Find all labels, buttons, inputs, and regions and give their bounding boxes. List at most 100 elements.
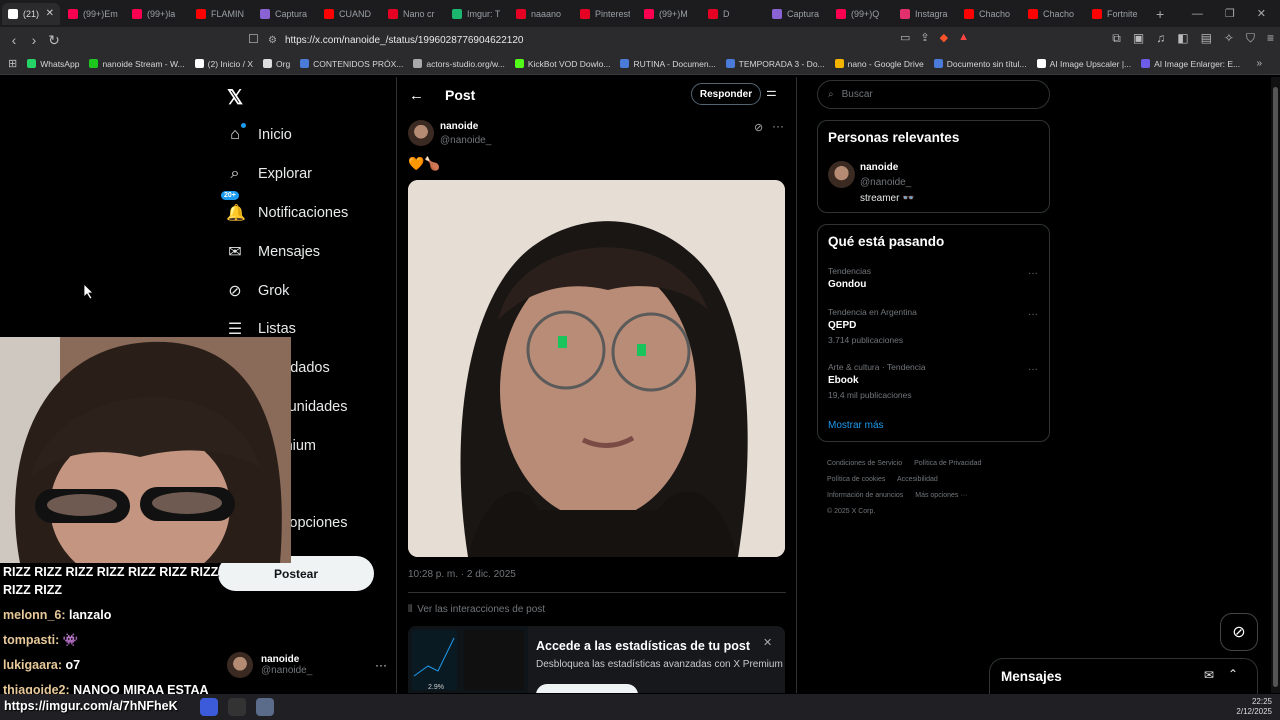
system-clock[interactable]: 22:25 2/12/2025: [1236, 697, 1272, 717]
rewards-icon[interactable]: ▲: [958, 31, 969, 44]
footer-link[interactable]: Política de Privacidad: [914, 460, 981, 467]
wallet2-icon[interactable]: ▤: [1201, 31, 1212, 46]
footer-link[interactable]: Condiciones de Servicio: [827, 460, 902, 467]
browser-tab[interactable]: Fortnite: [1086, 3, 1148, 25]
browser-tab[interactable]: Chacho: [958, 3, 1020, 25]
grok-floating-button[interactable]: ⊘: [1220, 613, 1258, 651]
extensions-icon[interactable]: ⧉: [1112, 31, 1121, 46]
more-icon[interactable]: ···: [1028, 268, 1038, 279]
logitech-icon[interactable]: [228, 698, 246, 716]
scrollbar-thumb[interactable]: [1273, 87, 1278, 687]
maximize-button[interactable]: ❐: [1225, 7, 1235, 20]
browser-tab[interactable]: (21) ✕: [2, 2, 60, 25]
back-arrow-icon[interactable]: ←: [409, 87, 424, 104]
avatar[interactable]: [828, 161, 855, 188]
minimize-button[interactable]: —: [1192, 8, 1203, 20]
reload-icon[interactable]: ↻: [44, 32, 64, 49]
avatar[interactable]: [408, 120, 434, 146]
nav-item[interactable]: ⌂ Inicio: [226, 116, 348, 155]
bookmark-item[interactable]: TEMPORADA 3 - Do...: [725, 59, 825, 69]
discord-icon[interactable]: [200, 698, 218, 716]
bookmark-item[interactable]: WhatsApp: [27, 59, 79, 69]
browser-tab[interactable]: (99+)M: [638, 3, 700, 25]
browser-tab[interactable]: FLAMIN: [190, 3, 252, 25]
bookmark-item[interactable]: CONTENIDOS PRÓX...: [300, 59, 403, 69]
vpn-icon[interactable]: ⛉: [1246, 31, 1255, 46]
back-icon[interactable]: ‹: [4, 32, 24, 48]
browser-tab[interactable]: Captura: [766, 3, 828, 25]
footer-link[interactable]: Accesibilidad: [897, 476, 938, 483]
more-bookmarks-icon[interactable]: »: [1256, 58, 1262, 69]
site-info-icon[interactable]: ⚙: [268, 35, 277, 46]
more-icon[interactable]: ···: [772, 119, 784, 133]
new-message-icon[interactable]: ✉: [1204, 668, 1214, 682]
more-icon[interactable]: ···: [1028, 309, 1038, 320]
author-name[interactable]: nanoide: [440, 121, 478, 132]
more-icon[interactable]: ···: [1028, 364, 1038, 375]
messages-drawer[interactable]: Mensajes ✉ ⌃: [989, 658, 1258, 694]
forward-icon[interactable]: ›: [24, 32, 44, 48]
bookmark-item[interactable]: (2) Inicio / X: [194, 59, 253, 69]
bookmark-item[interactable]: Org: [263, 59, 290, 69]
browser-tab[interactable]: Captura: [254, 3, 316, 25]
expand-icon[interactable]: ⌃: [1228, 667, 1238, 681]
apps-icon[interactable]: ⊞: [8, 57, 17, 70]
new-tab-button[interactable]: +: [1148, 6, 1172, 22]
browser-tab[interactable]: D: [702, 3, 764, 25]
browser-tab[interactable]: naaano: [510, 3, 572, 25]
nav-item[interactable]: ⊘ Grok: [226, 271, 348, 310]
browser-tab[interactable]: Imgur: T: [446, 3, 508, 25]
account-switcher[interactable]: nanoide @nanoide_ ···: [227, 648, 387, 682]
author-handle[interactable]: @nanoide_: [440, 135, 491, 146]
close-tab-icon[interactable]: ✕: [46, 8, 54, 19]
browser-tab[interactable]: Instagra: [894, 3, 956, 25]
nav-item[interactable]: ⌕ Explorar: [226, 155, 348, 194]
menu-icon[interactable]: ≡: [1267, 31, 1274, 46]
nav-item[interactable]: 🔔 20+ Notificaciones: [221, 190, 348, 233]
browser-tab[interactable]: Nano cr: [382, 3, 444, 25]
show-more-link[interactable]: Mostrar más: [828, 420, 884, 431]
bookmark-item[interactable]: nanoide Stream - W...: [89, 59, 185, 69]
bookmark-item[interactable]: Documento sin títul...: [933, 59, 1027, 69]
premium-cta-button[interactable]: [536, 684, 638, 693]
browser-tab[interactable]: (99+)la: [126, 3, 188, 25]
post-timestamp[interactable]: 10:28 p. m. · 2 dic. 2025: [408, 569, 516, 580]
brave-shield-icon[interactable]: ◆: [940, 31, 948, 44]
media-icon[interactable]: ♫: [1156, 31, 1165, 46]
browser-tab[interactable]: Chacho: [1022, 3, 1084, 25]
close-window-button[interactable]: ✕: [1257, 7, 1266, 20]
x-logo-icon[interactable]: 𝕏: [227, 85, 243, 110]
bookmark-item[interactable]: actors-studio.org/w...: [413, 59, 505, 69]
footer-link[interactable]: Más opciones ···: [915, 492, 967, 499]
trend-item[interactable]: Tendencia en Argentina QEPD 3.714 public…: [828, 307, 1038, 345]
bookmark-item[interactable]: AI Image Enlarger: E...: [1141, 59, 1240, 69]
wallet-icon[interactable]: ▣: [1133, 31, 1144, 46]
nav-item[interactable]: ✉ Mensajes: [226, 232, 348, 271]
relevant-handle[interactable]: @nanoide_: [860, 177, 911, 188]
bookmark-page-icon[interactable]: ☐: [248, 32, 259, 46]
bookmark-item[interactable]: nano - Google Drive: [834, 59, 924, 69]
reply-button[interactable]: Responder: [691, 83, 761, 105]
trend-item[interactable]: Tendencias Gondou ···: [828, 266, 1038, 290]
screen-icon[interactable]: ▭: [900, 31, 910, 44]
settings-sliders-icon[interactable]: ⚌: [766, 85, 777, 99]
leo-icon[interactable]: ✧: [1224, 31, 1234, 46]
browser-tab[interactable]: Pinterest: [574, 3, 636, 25]
close-icon[interactable]: ✕: [763, 636, 772, 649]
scrollbar[interactable]: [1271, 77, 1280, 693]
browser-tab[interactable]: (99+)Q: [830, 3, 892, 25]
bookmark-item[interactable]: RUTINA - Documen...: [620, 59, 716, 69]
view-interactions-link[interactable]: ⫴ Ver las interacciones de post: [408, 604, 545, 615]
bookmark-item[interactable]: KickBot VOD Dowlo...: [514, 59, 610, 69]
grok-icon[interactable]: ⊘: [754, 121, 763, 134]
share-icon[interactable]: ⇪: [920, 31, 929, 44]
footer-link[interactable]: Política de cookies: [827, 476, 885, 483]
browser-tab[interactable]: CUAND: [318, 3, 380, 25]
trend-item[interactable]: Arte & cultura · Tendencia Ebook 19,4 mi…: [828, 362, 1038, 400]
obs-icon[interactable]: [256, 698, 274, 716]
sidebar-icon[interactable]: ◧: [1177, 31, 1188, 46]
bookmark-item[interactable]: AI Image Upscaler |...: [1036, 59, 1131, 69]
post-image[interactable]: [408, 180, 785, 557]
browser-tab[interactable]: (99+)Em: [62, 3, 124, 25]
more-icon[interactable]: ···: [375, 658, 387, 672]
